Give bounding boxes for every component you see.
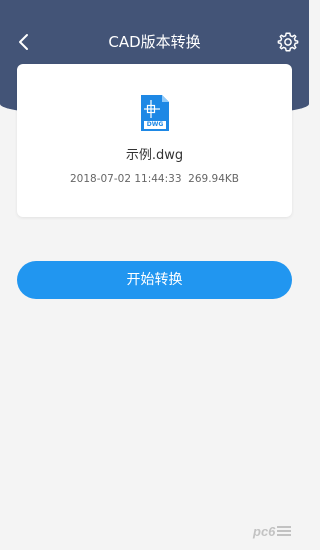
- watermark-logo: pc6: [253, 521, 303, 541]
- page-title: CAD版本转换: [108, 33, 201, 51]
- file-name: 示例.dwg: [125, 148, 184, 163]
- file-meta: 2018-07-02 11:44:33 269.94KB: [69, 173, 240, 185]
- file-card[interactable]: DWG 示例.dwg 2018-07-02 11:44:33 269.94KB: [17, 64, 292, 217]
- start-convert-button[interactable]: 开始转换: [17, 261, 292, 299]
- dwg-file-icon-label: DWG: [146, 121, 164, 128]
- watermark-lines: [277, 526, 292, 536]
- settings-button[interactable]: [277, 31, 299, 53]
- watermark-text: pc6: [253, 523, 276, 539]
- gear-icon: [277, 32, 299, 52]
- dwg-file-icon: DWG: [138, 94, 172, 132]
